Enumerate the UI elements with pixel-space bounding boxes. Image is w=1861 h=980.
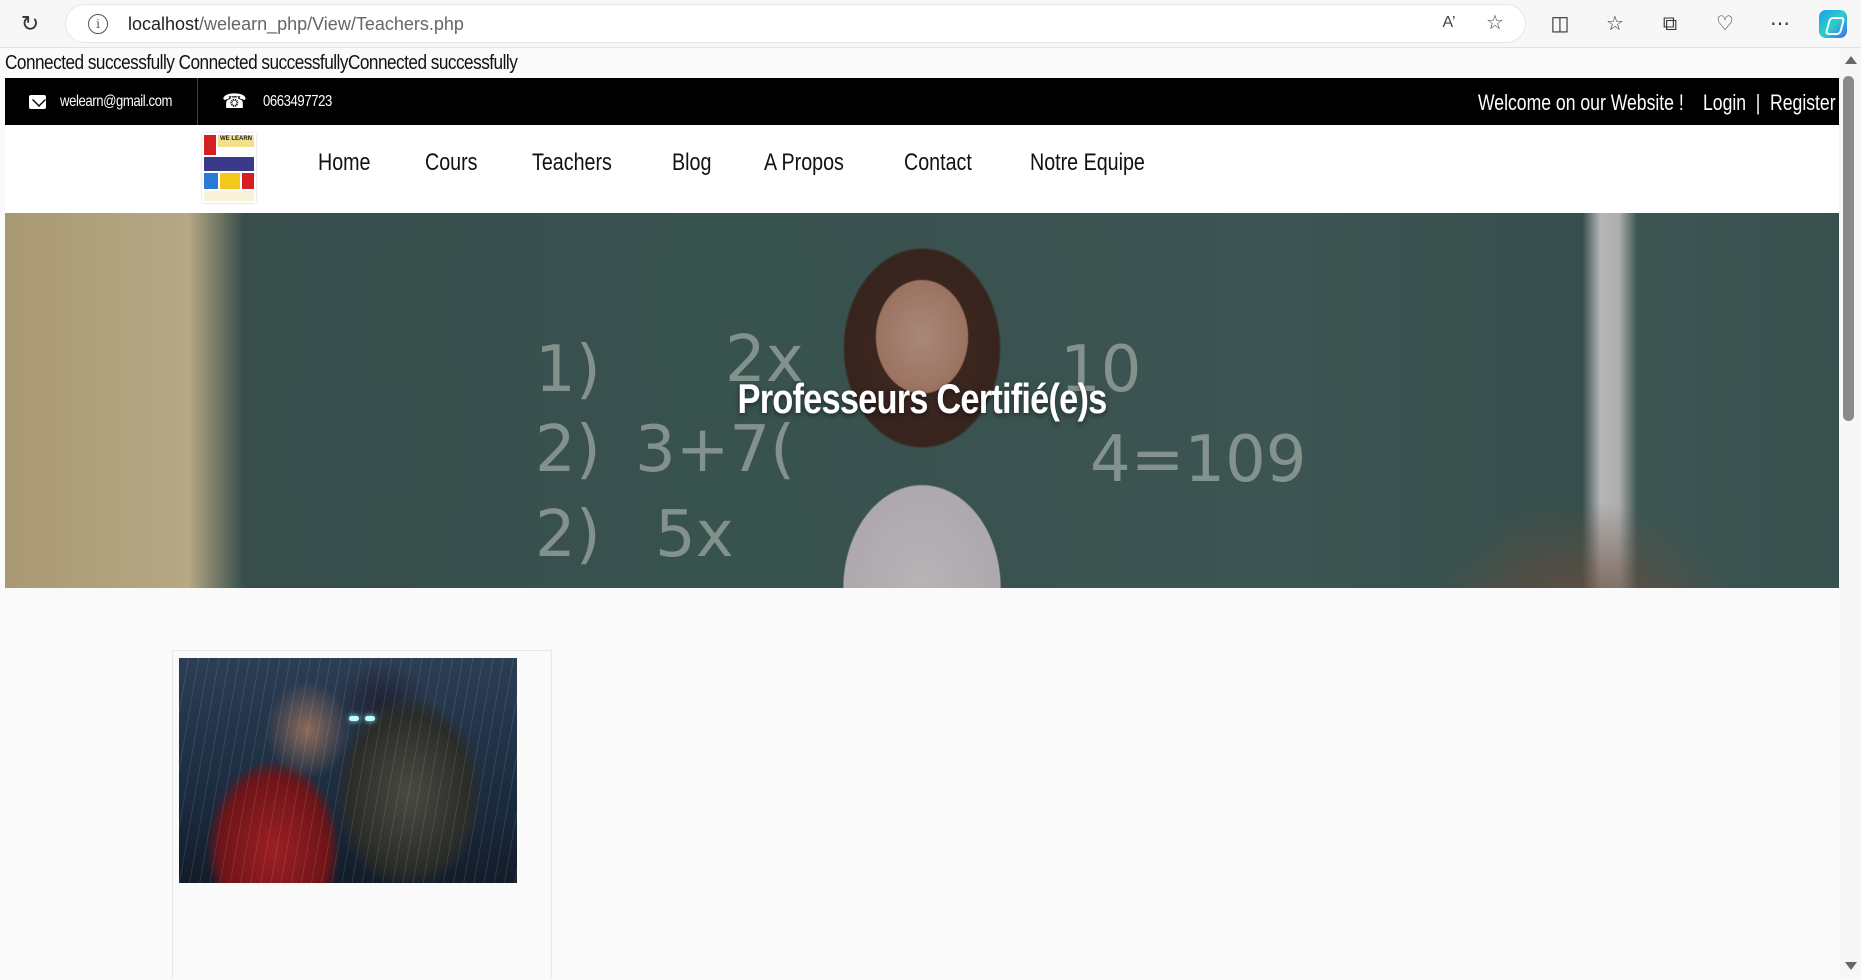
nav-home[interactable]: Home xyxy=(318,149,371,177)
browser-essentials-icon[interactable]: ♡ xyxy=(1712,11,1738,37)
nav-cours[interactable]: Cours xyxy=(425,149,478,177)
scroll-thumb[interactable] xyxy=(1843,76,1854,421)
scroll-down-arrow-icon[interactable] xyxy=(1845,962,1857,970)
logo-text: WE LEARN xyxy=(220,136,252,142)
rain-overlay xyxy=(179,658,517,883)
login-link[interactable]: Login xyxy=(1703,90,1746,115)
hero-title: Professeurs Certifié(e)s xyxy=(737,375,1108,422)
envelope-icon xyxy=(29,94,47,109)
welcome-text: Welcome on our Website ! xyxy=(1478,90,1684,115)
phone-icon: ☎ xyxy=(222,91,247,113)
phone-contact: ☎ 0663497723 xyxy=(198,78,347,125)
favorite-star-icon[interactable]: ☆ xyxy=(1483,11,1507,35)
browser-toolbar: ↻ i localhost/welearn_php/View/Teachers.… xyxy=(0,0,1861,48)
email-contact: welearn@gmail.com xyxy=(5,78,198,125)
more-options-icon[interactable]: ⋯ xyxy=(1767,11,1793,37)
auth-links: Login | Register xyxy=(1703,90,1836,116)
url-host: localhost xyxy=(128,14,200,34)
eye-glow xyxy=(349,716,359,721)
site-info-icon[interactable]: i xyxy=(88,14,108,34)
nav-teachers[interactable]: Teachers xyxy=(532,149,612,177)
contact-topbar: welearn@gmail.com ☎ 0663497723 Welcome o… xyxy=(5,78,1839,125)
scroll-up-arrow-icon[interactable] xyxy=(1845,56,1857,64)
favorites-icon[interactable]: ☆ xyxy=(1602,11,1628,37)
eye-glow xyxy=(365,716,375,721)
site-logo[interactable]: WE LEARN xyxy=(202,133,256,203)
nav-notre-equipe[interactable]: Notre Equipe xyxy=(1030,149,1145,177)
page-viewport: Connected successfully Connected success… xyxy=(5,48,1839,978)
url-path: /welearn_php/View/Teachers.php xyxy=(199,14,464,34)
url-text[interactable]: localhost/welearn_php/View/Teachers.php xyxy=(128,14,464,35)
nav-blog[interactable]: Blog xyxy=(672,149,711,177)
copilot-icon[interactable] xyxy=(1819,10,1847,38)
connection-message: Connected successfully Connected success… xyxy=(5,52,518,74)
nav-contact[interactable]: Contact xyxy=(904,149,972,177)
read-aloud-icon[interactable]: A’ xyxy=(1437,11,1461,35)
phone-text: 0663497723 xyxy=(262,92,332,110)
email-text: welearn@gmail.com xyxy=(60,92,173,110)
auth-separator: | xyxy=(1755,90,1761,115)
nav-a-propos[interactable]: A Propos xyxy=(764,149,844,177)
split-screen-icon[interactable]: ◫ xyxy=(1547,11,1573,37)
nav-menu: Home Cours Teachers Blog A Propos Contac… xyxy=(318,149,1213,177)
vertical-scrollbar[interactable] xyxy=(1839,48,1861,978)
collections-icon[interactable]: ⧉ xyxy=(1657,11,1683,37)
teacher-card[interactable] xyxy=(172,650,552,978)
register-link[interactable]: Register xyxy=(1770,90,1836,115)
teacher-photo xyxy=(179,658,517,883)
hero-banner: 1) 2) 3+7( 2) 5x 2x 10 4=109 Professeurs… xyxy=(5,213,1839,588)
main-navbar: WE LEARN Home Cours Teachers Blog A Prop… xyxy=(5,125,1839,214)
reload-icon[interactable]: ↻ xyxy=(18,12,42,36)
address-bar[interactable]: i localhost/welearn_php/View/Teachers.ph… xyxy=(66,5,1525,42)
